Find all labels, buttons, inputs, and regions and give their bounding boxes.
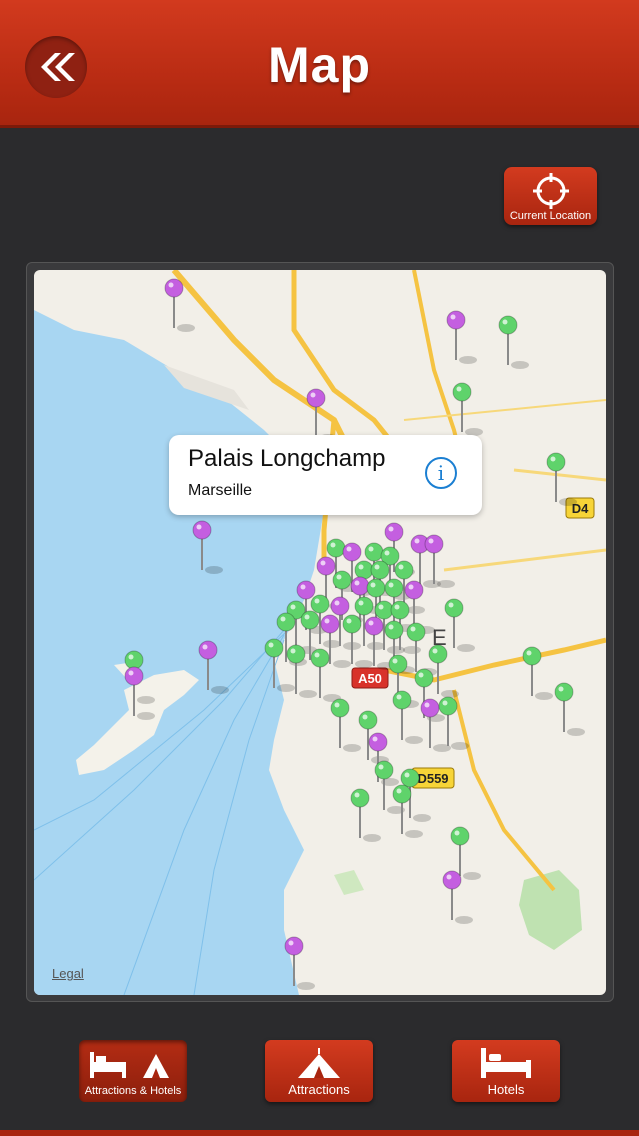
attraction-pin-icon[interactable] [452,382,483,436]
svg-text:A50: A50 [358,671,382,686]
bed-icon [481,1048,531,1078]
current-location-label: Current Location [509,210,592,222]
attraction-pin-icon[interactable] [330,698,361,752]
crosshair-icon [533,173,569,209]
attractions-button[interactable]: Attractions [265,1040,373,1102]
map-base: D4 A50 D559 E [34,270,606,995]
attraction-pin-icon[interactable] [554,682,585,736]
hotels-label: Hotels [487,1082,525,1097]
park-small [334,870,364,895]
legal-link[interactable]: Legal [52,966,84,981]
callout-subtitle: Marseille [188,482,253,499]
hotel-pin-icon[interactable] [424,534,455,588]
tent-icon [298,1048,340,1078]
current-location-button[interactable]: Current Location [504,167,597,225]
attraction-pin-icon[interactable] [498,315,529,369]
hotel-pin-icon[interactable] [446,310,477,364]
map-view[interactable]: D4 A50 D559 E Legal Palais Longchamp Mar… [34,270,606,995]
attractions-hotels-button[interactable]: Attractions & Hotels [79,1040,187,1102]
page-title: Map [268,37,371,93]
park [519,870,582,950]
svg-text:D559: D559 [417,771,448,786]
header-bar: Map [0,0,639,128]
attractions-label: Attractions [288,1082,350,1097]
attraction-pin-icon[interactable] [350,788,381,842]
attraction-pin-icon[interactable] [392,690,423,744]
attraction-pin-icon[interactable] [444,598,475,652]
attraction-pin-icon[interactable] [438,696,469,750]
map-callout[interactable]: Palais Longchamp Marseille i [169,435,482,515]
hotels-button[interactable]: Hotels [452,1040,560,1102]
info-icon[interactable]: i [425,457,457,489]
callout-title: Palais Longchamp [188,445,386,472]
footer-accent [0,1130,639,1136]
attractions-hotels-label: Attractions & Hotels [84,1085,182,1097]
bed-and-tent-icon [90,1052,169,1078]
